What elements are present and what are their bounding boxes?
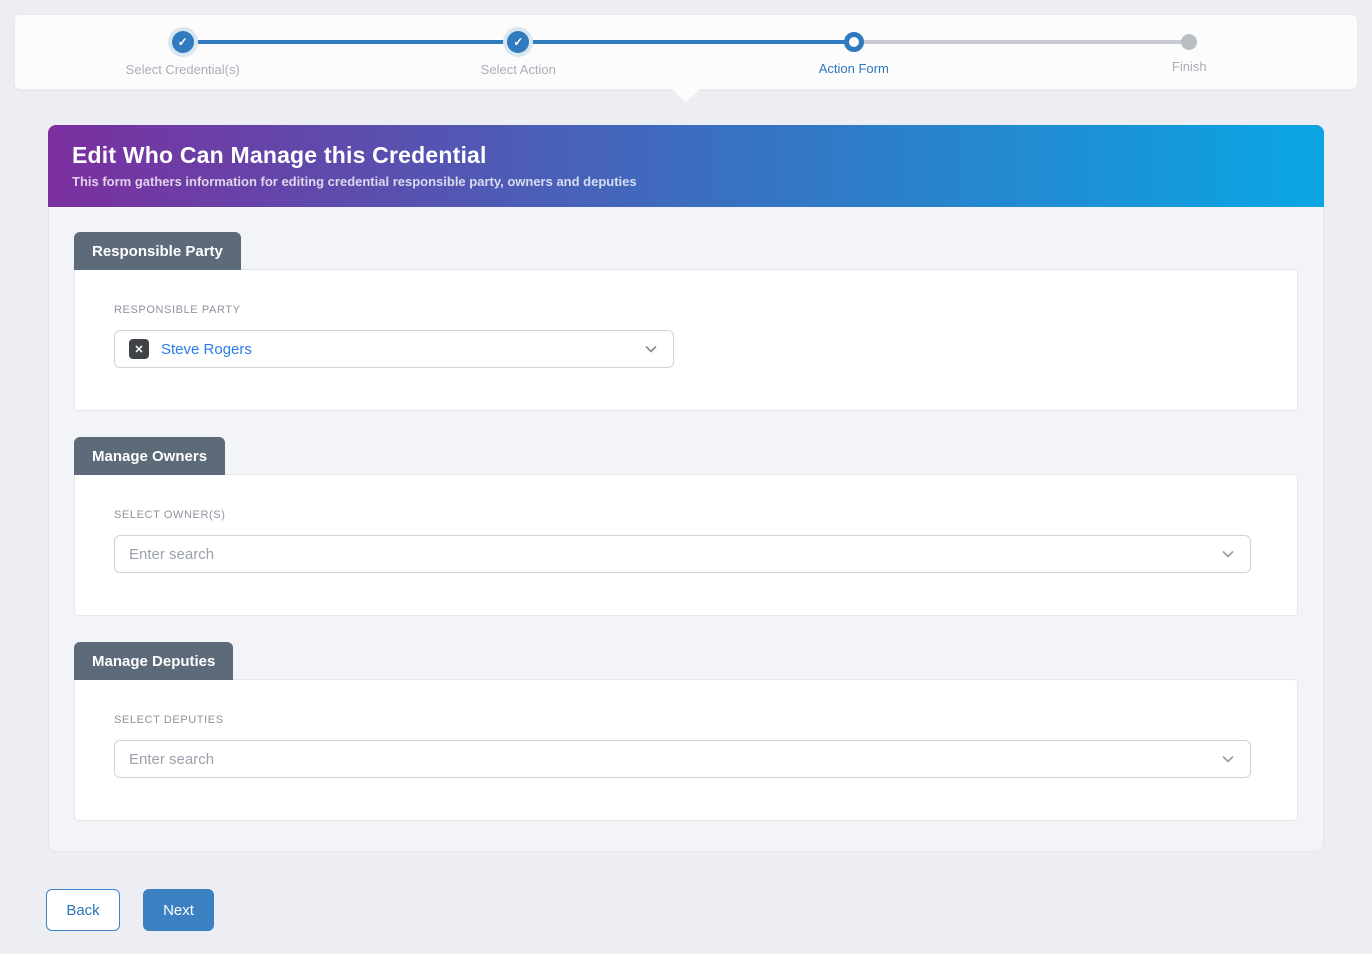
section-card: RESPONSIBLE PARTY ✕ Steve Rogers [74,269,1298,411]
deputies-search-placeholder: Enter search [129,751,214,768]
form-body: Responsible Party RESPONSIBLE PARTY ✕ St… [48,207,1324,852]
section-card: SELECT OWNER(S) Enter search [74,474,1298,616]
step-select-credentials[interactable]: ✓ Select Credential(s) [15,15,351,89]
stepper: ✓ Select Credential(s) ✓ Select Action A… [14,14,1358,90]
section-manage-deputies: Manage Deputies SELECT DEPUTIES Enter se… [74,642,1298,821]
next-button[interactable]: Next [143,889,214,931]
page-title: Edit Who Can Manage this Credential [72,142,1300,169]
section-tab-manage-owners: Manage Owners [74,437,225,475]
step-finish: Finish [1022,15,1358,89]
back-button[interactable]: Back [46,889,120,931]
step-label: Finish [1172,59,1207,74]
responsible-party-select[interactable]: ✕ Steve Rogers [114,330,674,368]
upcoming-step-icon [1181,34,1197,50]
active-step-icon [844,32,864,52]
section-manage-owners: Manage Owners SELECT OWNER(S) Enter sear… [74,437,1298,616]
selected-responsible-party: Steve Rogers [161,341,252,358]
deputies-search-select[interactable]: Enter search [114,740,1251,778]
owners-search-placeholder: Enter search [129,546,214,563]
field-label-select-deputies: SELECT DEPUTIES [114,714,1251,726]
step-label: Select Action [481,62,556,77]
section-responsible-party: Responsible Party RESPONSIBLE PARTY ✕ St… [74,232,1298,411]
page-subtitle: This form gathers information for editin… [72,174,1300,189]
chevron-down-icon[interactable] [643,341,659,357]
step-label: Action Form [819,61,889,76]
form-header: Edit Who Can Manage this Credential This… [48,125,1324,207]
chevron-down-icon[interactable] [1220,751,1236,767]
step-action-form[interactable]: Action Form [686,15,1022,89]
section-tab-responsible-party: Responsible Party [74,232,241,270]
action-form-panel: Edit Who Can Manage this Credential This… [48,125,1324,852]
stepper-caret [672,89,700,102]
check-icon: ✓ [507,31,529,53]
wizard-actions: Back Next [46,889,1372,931]
step-label: Select Credential(s) [126,62,240,77]
field-label-select-owners: SELECT OWNER(S) [114,509,1251,521]
check-icon: ✓ [172,31,194,53]
section-card: SELECT DEPUTIES Enter search [74,679,1298,821]
chevron-down-icon[interactable] [1220,546,1236,562]
x-remove-icon[interactable]: ✕ [129,339,149,359]
field-label-responsible-party: RESPONSIBLE PARTY [114,304,1251,316]
section-tab-manage-deputies: Manage Deputies [74,642,233,680]
owners-search-select[interactable]: Enter search [114,535,1251,573]
step-select-action[interactable]: ✓ Select Action [351,15,687,89]
